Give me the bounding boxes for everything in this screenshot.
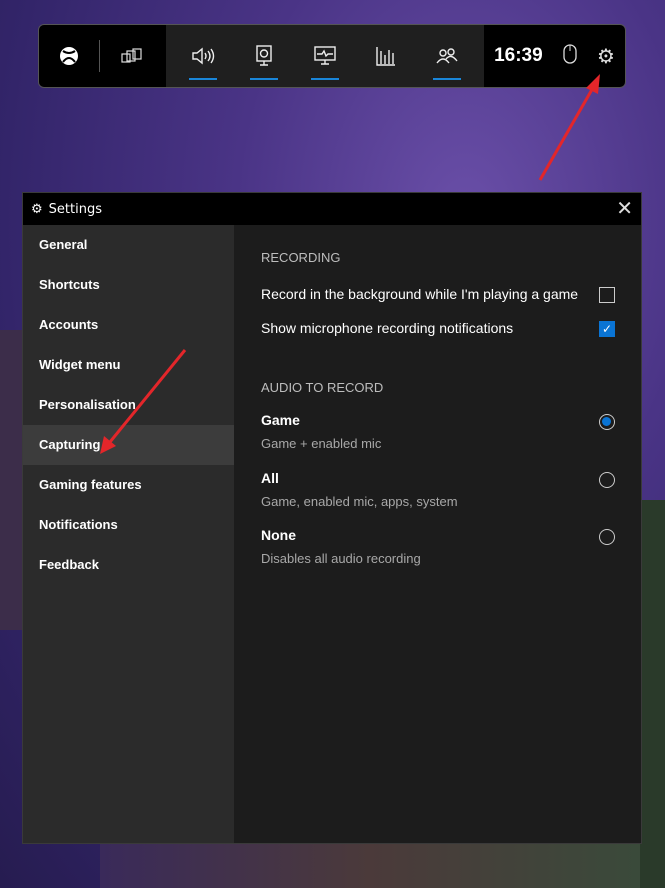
resources-widget-button[interactable] [362, 25, 410, 87]
webcam-icon [256, 45, 272, 66]
audio-option-all[interactable]: All Game, enabled mic, apps, system [261, 470, 621, 509]
xbox-game-bar: 16:39 ⚙ [38, 24, 626, 88]
section-heading-recording: RECORDING [261, 250, 341, 265]
audio-option-game[interactable]: Game Game + enabled mic [261, 412, 621, 451]
settings-sidebar: General Shortcuts Accounts Widget menu P… [23, 225, 234, 843]
close-button[interactable]: ✕ [616, 198, 633, 218]
mouse-icon[interactable] [563, 44, 577, 68]
sidebar-item-gaming-features[interactable]: Gaming features [23, 465, 234, 505]
sidebar-item-personalisation[interactable]: Personalisation [23, 385, 234, 425]
gear-icon: ⚙ [31, 201, 43, 217]
radio-game[interactable] [599, 414, 615, 430]
capture-widget-button[interactable] [240, 25, 288, 87]
audio-option-none[interactable]: None Disables all audio recording [261, 527, 621, 566]
widget-store-icon[interactable] [100, 25, 164, 87]
background-art [100, 844, 640, 888]
sidebar-item-widget-menu[interactable]: Widget menu [23, 345, 234, 385]
option-description: Disables all audio recording [261, 551, 421, 566]
xbox-social-widget-button[interactable] [423, 25, 471, 87]
option-title: None [261, 527, 296, 543]
mic-notifications-label: Show microphone recording notifications [261, 320, 514, 336]
option-description: Game + enabled mic [261, 436, 382, 451]
option-description: Game, enabled mic, apps, system [261, 494, 458, 509]
radio-all[interactable] [599, 472, 615, 488]
record-background-row: Record in the background while I'm playi… [261, 286, 621, 303]
window-title: Settings [48, 201, 102, 217]
gear-icon[interactable]: ⚙ [597, 44, 615, 68]
sidebar-item-general[interactable]: General [23, 225, 234, 265]
sidebar-item-accounts[interactable]: Accounts [23, 305, 234, 345]
option-title: Game [261, 412, 300, 428]
xbox-icon[interactable] [39, 25, 99, 87]
section-heading-audio: AUDIO TO RECORD [261, 380, 384, 395]
people-icon [436, 48, 458, 64]
background-art [640, 500, 665, 888]
sidebar-item-notifications[interactable]: Notifications [23, 505, 234, 545]
performance-widget-button[interactable] [301, 25, 349, 87]
audio-widget-button[interactable] [179, 25, 227, 87]
arrow-to-settings [538, 85, 596, 181]
sidebar-item-shortcuts[interactable]: Shortcuts [23, 265, 234, 305]
sidebar-item-capturing[interactable]: Capturing [23, 425, 234, 465]
clock: 16:39 [494, 45, 543, 66]
mic-notifications-row: Show microphone recording notifications … [261, 320, 621, 337]
record-background-label: Record in the background while I'm playi… [261, 286, 579, 302]
bar-chart-icon [376, 47, 396, 66]
sidebar-item-feedback[interactable]: Feedback [23, 545, 234, 585]
record-background-checkbox[interactable] [599, 287, 615, 303]
settings-window: ⚙ Settings ✕ General Shortcuts Accounts … [22, 192, 642, 844]
speaker-icon [191, 47, 214, 65]
option-title: All [261, 470, 279, 486]
monitor-pulse-icon [314, 46, 336, 65]
mic-notifications-checkbox[interactable]: ✓ [599, 321, 615, 337]
radio-none[interactable] [599, 529, 615, 545]
